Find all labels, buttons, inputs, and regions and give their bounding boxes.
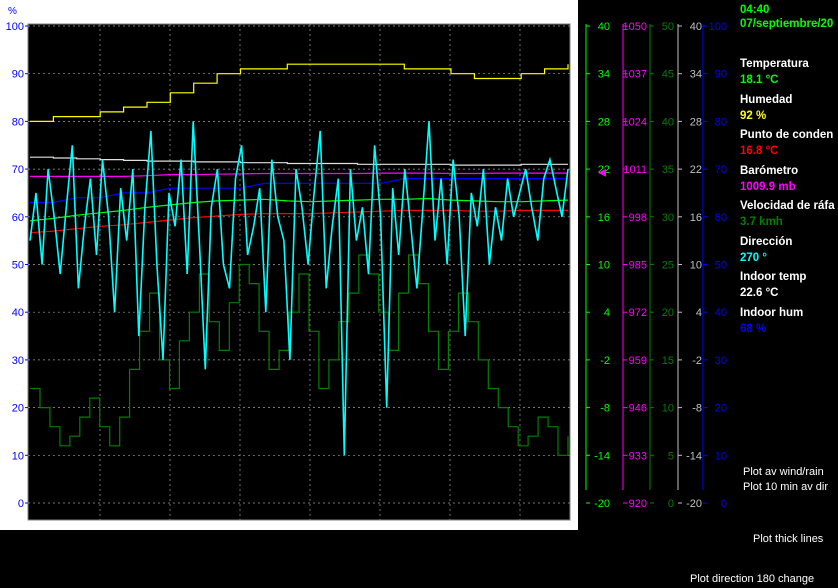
right-tick-label: 1050 bbox=[623, 21, 647, 33]
reading-value: 270 ° bbox=[740, 251, 767, 264]
right-tick-label: 50 bbox=[662, 21, 674, 33]
right-tick-label: 30 bbox=[662, 212, 674, 224]
right-tick-label: 998 bbox=[629, 212, 647, 224]
right-tick-label: 60 bbox=[715, 212, 727, 224]
x-tick-label: 23:40:31 bbox=[289, 509, 332, 521]
right-tick-label: 20 bbox=[662, 307, 674, 319]
right-tick-label: 70 bbox=[715, 164, 727, 176]
right-tick-label: 34 bbox=[598, 69, 610, 81]
right-tick-label: 16 bbox=[690, 212, 702, 224]
reading-label: Indoor hum bbox=[740, 306, 804, 319]
reading-label: Humedad bbox=[740, 93, 793, 106]
left-tick-label: 60 bbox=[12, 212, 24, 224]
right-tick-label: 35 bbox=[662, 164, 674, 176]
right-tick-label: 16 bbox=[598, 212, 610, 224]
reading-value: 18.1 °C bbox=[740, 74, 779, 86]
right-axes: -20-14-8-2410162228344092093394695997298… bbox=[578, 0, 738, 530]
reading-label: Barómetro bbox=[740, 164, 799, 177]
right-tick-label: 959 bbox=[629, 355, 647, 367]
reading-value: 16.8 °C bbox=[740, 145, 779, 157]
right-tick-label: 1037 bbox=[623, 69, 647, 81]
reading-value: 92 % bbox=[740, 109, 767, 122]
left-tick-label: 10 bbox=[12, 450, 24, 462]
right-tick-label: 30 bbox=[715, 355, 727, 367]
right-tick-label: 10 bbox=[598, 260, 610, 272]
reading-label: Punto de conden bbox=[740, 129, 834, 141]
reading-label: Dirección bbox=[740, 235, 793, 248]
right-tick-label: -8 bbox=[692, 403, 702, 415]
right-tick-label: 34 bbox=[690, 69, 702, 81]
right-tick-label: 946 bbox=[629, 403, 647, 415]
weather-chart: % 0 10 20 30 40 50 60 70 80 90 100 19:35:43 20:57:1… bbox=[6, 6, 571, 521]
reading-value: 68 % bbox=[740, 322, 767, 335]
right-tick-label: 28 bbox=[690, 116, 702, 128]
x-tick-label: 20:57:14 bbox=[149, 509, 192, 521]
left-axis-unit: % bbox=[8, 6, 17, 17]
left-axis-ticks: 0 10 20 30 40 50 60 70 80 90 100 bbox=[6, 21, 28, 510]
right-tick-label: 10 bbox=[662, 403, 674, 415]
right-tick-label: -20 bbox=[594, 498, 610, 510]
right-tick-label: 1024 bbox=[623, 116, 647, 128]
left-tick-label: 0 bbox=[18, 498, 24, 510]
right-tick-label: 25 bbox=[662, 260, 674, 272]
left-tick-label: 40 bbox=[12, 307, 24, 319]
x-tick-label: 03:45:25 bbox=[499, 509, 542, 521]
left-tick-label: 100 bbox=[6, 21, 24, 33]
reading-label: Velocidad de ráfa bbox=[740, 200, 835, 212]
plot-10min-av-dir-option[interactable]: Plot 10 min av dir bbox=[743, 481, 828, 493]
right-tick-label: 80 bbox=[715, 116, 727, 128]
right-tick-label: 20 bbox=[715, 403, 727, 415]
right-tick-label: 972 bbox=[629, 307, 647, 319]
plot-direction-180-option[interactable]: Plot direction 180 change bbox=[690, 573, 814, 585]
reading-time: 04:40 bbox=[740, 4, 770, 16]
reading-label: Temperatura bbox=[740, 58, 809, 70]
right-tick-label: 40 bbox=[715, 307, 727, 319]
right-tick-label: 5 bbox=[668, 450, 674, 462]
left-tick-label: 80 bbox=[12, 116, 24, 128]
right-tick-label: 100 bbox=[709, 21, 727, 33]
right-tick-label: 4 bbox=[604, 307, 610, 319]
left-tick-label: 20 bbox=[12, 403, 24, 415]
right-tick-label: 28 bbox=[598, 116, 610, 128]
right-tick-label: 15 bbox=[662, 355, 674, 367]
reading-date: 07/septiembre/20 bbox=[740, 18, 834, 30]
plot-thick-lines-option[interactable]: Plot thick lines bbox=[753, 533, 823, 545]
right-tick-label: -14 bbox=[594, 450, 610, 462]
reading-value: 1009.9 mb bbox=[740, 180, 796, 193]
right-tick-label: 4 bbox=[696, 307, 702, 319]
right-tick-label: 45 bbox=[662, 69, 674, 81]
x-tick-label: 02:23:33 bbox=[429, 509, 472, 521]
x-tick-label: 19:35:43 bbox=[79, 509, 122, 521]
reading-value: 3.7 kmh bbox=[740, 216, 783, 228]
plot-av-wind-rain-option[interactable]: Plot av wind/rain bbox=[743, 466, 824, 478]
right-tick-label: -14 bbox=[686, 450, 702, 462]
right-tick-label: 0 bbox=[721, 498, 727, 510]
x-tick-label: 22:18:43 bbox=[219, 509, 262, 521]
right-tick-label: 10 bbox=[715, 450, 727, 462]
left-tick-label: 50 bbox=[12, 260, 24, 272]
right-tick-label: 1011 bbox=[623, 164, 647, 176]
x-tick-label: 01:01:44 bbox=[359, 509, 402, 521]
right-tick-label: 920 bbox=[629, 498, 647, 510]
right-tick-label: -2 bbox=[692, 355, 702, 367]
right-tick-label: 10 bbox=[690, 260, 702, 272]
reading-value: 22.6 °C bbox=[740, 287, 779, 299]
left-tick-label: 30 bbox=[12, 355, 24, 367]
right-tick-label: 0 bbox=[668, 498, 674, 510]
right-tick-label: 985 bbox=[629, 260, 647, 272]
left-tick-label: 70 bbox=[12, 164, 24, 176]
right-tick-label: 50 bbox=[715, 260, 727, 272]
right-tick-label: 40 bbox=[598, 21, 610, 33]
left-tick-label: 90 bbox=[12, 69, 24, 81]
right-tick-label: -2 bbox=[600, 355, 610, 367]
reading-label: Indoor temp bbox=[740, 271, 807, 283]
right-tick-label: 90 bbox=[715, 69, 727, 81]
right-tick-label: 40 bbox=[690, 21, 702, 33]
right-tick-label: 22 bbox=[690, 164, 702, 176]
right-tick-label: -8 bbox=[600, 403, 610, 415]
chart-frame: % 0 10 20 30 40 50 60 70 80 90 100 19:35:43 20:57:1… bbox=[0, 0, 578, 530]
right-tick-label: -20 bbox=[686, 498, 702, 510]
right-tick-label: 40 bbox=[662, 116, 674, 128]
right-tick-label: 933 bbox=[629, 450, 647, 462]
